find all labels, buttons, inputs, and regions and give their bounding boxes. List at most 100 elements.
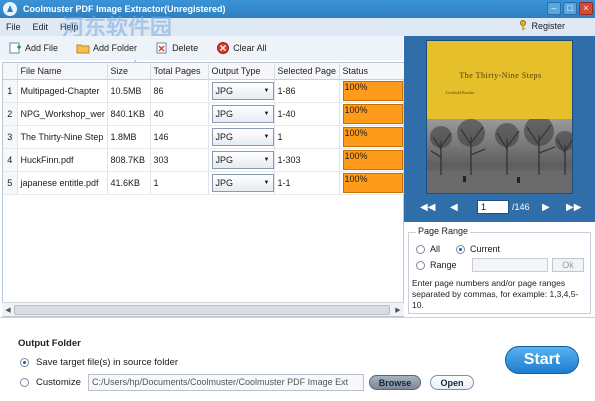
table-row[interactable]: 4 HuckFinn.pdf 808.7KB 303 JPG ▼ 1-303 10… xyxy=(3,148,405,172)
row-number: 4 xyxy=(3,148,18,172)
radio-save-source[interactable] xyxy=(20,358,29,367)
file-name-cell: HuckFinn.pdf xyxy=(17,148,108,172)
column-header-file-name[interactable]: File Name xyxy=(17,63,108,80)
start-button[interactable]: Start xyxy=(505,346,579,374)
add-folder-button[interactable]: Add Folder xyxy=(76,42,137,54)
total-pages-cell: 303 xyxy=(150,148,209,172)
status-cell: 100% xyxy=(339,79,405,103)
status-progress: 100% xyxy=(342,126,403,147)
maximize-button[interactable]: □ xyxy=(563,2,577,15)
radio-range[interactable] xyxy=(416,260,425,270)
output-type-select[interactable]: JPG ▼ xyxy=(211,150,273,169)
menu-help[interactable]: Help xyxy=(60,22,79,32)
page-range-legend: Page Range xyxy=(416,226,471,236)
range-all-option[interactable]: All xyxy=(416,244,440,254)
output-type-select[interactable]: JPG ▼ xyxy=(211,104,273,123)
range-custom-label: Range xyxy=(430,260,457,270)
radio-current[interactable] xyxy=(456,244,465,254)
row-number: 3 xyxy=(3,125,18,149)
column-header-selected-page[interactable]: Selected Page xyxy=(274,63,340,80)
selected-page-cell[interactable]: 1 xyxy=(274,125,340,149)
table-row[interactable]: 2 NPG_Workshop_wer 840.1KB 40 JPG ▼ 1-40 … xyxy=(3,102,405,126)
save-source-option[interactable]: Save target file(s) in source folder xyxy=(20,357,178,368)
selected-page-cell[interactable]: 1-40 xyxy=(274,102,340,126)
current-page-input[interactable]: 1 xyxy=(477,200,509,214)
range-all-label: All xyxy=(430,244,441,254)
column-header-output-type[interactable]: Output Type xyxy=(208,63,275,80)
folder-icon xyxy=(76,44,90,54)
last-page-icon[interactable]: ▶▶ xyxy=(566,202,581,214)
column-header-size[interactable]: Size xyxy=(107,63,151,80)
minimize-button[interactable]: – xyxy=(547,2,561,15)
status-progress: 100% xyxy=(342,172,403,193)
output-type-cell: JPG ▼ xyxy=(208,125,275,149)
previous-page-icon[interactable]: ◀ xyxy=(450,202,458,214)
status-progress: 100% xyxy=(342,103,403,124)
output-type-value: JPG xyxy=(215,85,234,96)
range-current-label: Current xyxy=(470,244,501,254)
open-button[interactable]: Open xyxy=(430,375,474,390)
file-name-cell: NPG_Workshop_wer xyxy=(17,102,108,126)
delete-icon xyxy=(156,42,167,54)
next-page-icon[interactable]: ▶ xyxy=(542,202,550,214)
row-number: 5 xyxy=(3,171,18,195)
total-pages-cell: 86 xyxy=(150,79,209,103)
table-row[interactable]: 1 Multipaged-Chapter 10.5MB 86 JPG ▼ 1-86… xyxy=(3,79,405,103)
first-page-icon[interactable]: ◀◀ xyxy=(420,202,435,214)
scroll-left-icon[interactable]: ◀ xyxy=(3,305,13,315)
clear-all-button[interactable]: Clear All xyxy=(216,42,267,54)
browse-button[interactable]: Browse xyxy=(369,375,421,390)
chevron-down-icon: ▼ xyxy=(263,179,270,186)
column-header-total-pages[interactable]: Total Pages xyxy=(150,63,209,80)
key-icon xyxy=(520,20,527,31)
selected-page-cell[interactable]: 1-86 xyxy=(274,79,340,103)
horizontal-scrollbar[interactable]: ◀ ▶ xyxy=(2,302,404,316)
close-button[interactable]: × xyxy=(579,2,593,15)
window-controls: – □ × xyxy=(547,2,593,15)
selected-page-cell[interactable]: 1-1 xyxy=(274,171,340,195)
output-type-select[interactable]: JPG ▼ xyxy=(211,127,273,146)
corner-cell xyxy=(3,63,18,80)
menu-edit[interactable]: Edit xyxy=(33,22,49,32)
selected-page-cell[interactable]: 1-303 xyxy=(274,148,340,172)
range-ok-button[interactable]: Ok xyxy=(552,258,584,272)
clear-all-label: Clear All xyxy=(233,43,267,53)
register-label: Register xyxy=(531,20,565,31)
clear-all-icon xyxy=(217,42,230,54)
menu-file[interactable]: File xyxy=(6,22,21,32)
range-current-option[interactable]: Current xyxy=(456,244,500,254)
save-source-label: Save target file(s) in source folder xyxy=(36,357,179,368)
total-pages-label: /146 xyxy=(512,202,530,212)
range-input[interactable] xyxy=(472,258,548,272)
output-type-select[interactable]: JPG ▼ xyxy=(211,81,273,100)
delete-button[interactable]: Delete xyxy=(155,42,198,54)
output-path-field[interactable]: C:/Users/hp/Documents/Coolmuster/Coolmus… xyxy=(88,374,364,391)
output-type-cell: JPG ▼ xyxy=(208,171,275,195)
size-cell: 808.7KB xyxy=(107,148,151,172)
radio-customize[interactable] xyxy=(20,378,29,387)
range-custom-option[interactable]: Range xyxy=(416,260,457,270)
radio-all[interactable] xyxy=(416,244,425,254)
scrollbar-thumb[interactable] xyxy=(14,305,390,315)
row-number: 2 xyxy=(3,102,18,126)
customize-option[interactable]: Customize xyxy=(20,377,81,388)
scroll-right-icon[interactable]: ▶ xyxy=(393,305,403,315)
book-photo xyxy=(427,116,572,193)
chevron-down-icon: ▼ xyxy=(263,87,270,94)
tree-photo-image xyxy=(427,116,572,193)
add-folder-label: Add Folder xyxy=(93,43,138,53)
output-type-select[interactable]: JPG ▼ xyxy=(211,173,273,192)
column-header-status[interactable]: Status xyxy=(339,63,405,80)
page-navigator: ◀◀ ◀ 1 /146 ▶ ▶▶ xyxy=(404,196,595,220)
add-file-icon xyxy=(9,42,21,54)
add-file-button[interactable]: Add File xyxy=(8,42,58,54)
file-grid: File Name Size Total Pages Output Type S… xyxy=(2,62,405,317)
table-row[interactable]: 3 The Thirty-Nine Step 1.8MB 146 JPG ▼ 1 … xyxy=(3,125,405,149)
table-row[interactable]: 5 japanese entitle.pdf 41.6KB 1 JPG ▼ 1-1… xyxy=(3,171,405,195)
register-link[interactable]: Register xyxy=(519,20,565,31)
output-folder-panel: Output Folder Save target file(s) in sou… xyxy=(0,318,595,401)
menu-bar: File Edit Help xyxy=(0,18,595,36)
output-type-cell: JPG ▼ xyxy=(208,148,275,172)
chevron-down-icon: ▼ xyxy=(263,133,270,140)
total-pages-cell: 40 xyxy=(150,102,209,126)
